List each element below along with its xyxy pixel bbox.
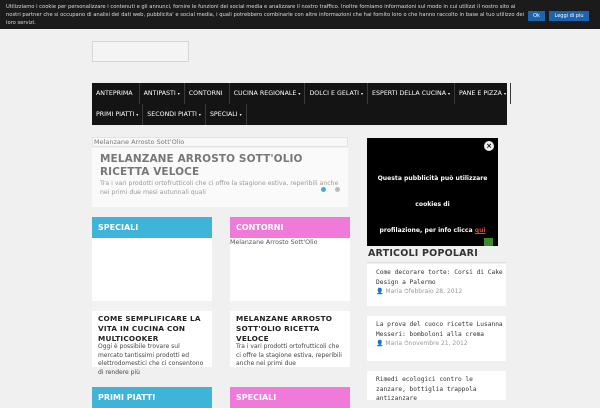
chevron-down-icon: ▾ [448,91,451,96]
cookie-text: Utilizziamo i cookie per personalizzare … [6,4,525,26]
featured-excerpt: Tra i vari prodotti ortofrutticoli che c… [100,180,339,196]
chevron-down-icon: ▾ [198,112,201,117]
chevron-down-icon: ▾ [298,91,301,96]
featured-title[interactable]: MELANZANE ARROSTO SOTT'OLIO RICETTA VELO… [100,153,335,178]
ad-cookie-notice: Questa pubblicità può utilizzare cookies… [377,175,488,234]
category-header[interactable]: PRIMI PIATTI [92,387,212,408]
nav-item-primi-piatti[interactable]: PRIMI PIATTI ▾ [92,104,144,125]
nav-item-dolci-e-gelati[interactable]: DOLCI E GELATI ▾ [305,83,369,104]
cookie-banner: Utilizziamo i cookie per personalizzare … [0,0,600,29]
nav-item-speciali[interactable]: SPECIALI ▾ [206,104,247,125]
cookie-ok-button[interactable]: Ok [528,11,545,21]
post-title[interactable]: COME SEMPLIFICARE LA VITA IN CUCINA CON … [98,314,208,344]
chevron-down-icon: ▾ [239,112,242,117]
popular-item[interactable]: Come decorare torte: Corsi di Cake Desig… [367,264,506,306]
category-header[interactable]: SPECIALI [230,387,350,408]
nav-row-1: ANTEPRIMA ANTIPASTI ▾ CONTORNI CUCINA REG… [92,83,511,104]
user-icon: 👤 [376,340,386,347]
breadcrumb[interactable]: Melanzane Arrosto Sott'Olio [92,137,348,147]
nav-item-esperti-della-cucina[interactable]: ESPERTI DELLA CUCINA ▾ [368,83,456,104]
user-icon: 👤 [376,288,386,295]
cookie-read-more-button[interactable]: Leggi di piu [549,11,589,21]
slider-dot[interactable] [335,187,340,192]
slider-dot-active[interactable] [321,187,326,192]
popular-item[interactable]: Rimedi ecologici contro le zanzare, bott… [367,371,506,402]
post-excerpt: Oggi è possibile trovare sul mercato tan… [98,343,204,376]
sidebar-ad[interactable]: Questa pubblicità può utilizzare cookies… [367,138,498,246]
nav-item-secondi-piatti[interactable]: SECONDI PIATTI ▾ [143,104,206,125]
ad-info-link[interactable]: qui [475,227,486,234]
nav-item-anteprima[interactable]: ANTEPRIMA [92,83,140,104]
chevron-down-icon: ▾ [136,112,139,117]
site-logo[interactable] [92,41,189,62]
divider [367,262,506,263]
popular-item-title[interactable]: La prova del cuoco ricette Lusanna Messe… [376,320,506,339]
chevron-down-icon: ▾ [177,91,180,96]
category-card-primi-piatti: PRIMI PIATTI [92,387,212,408]
featured-slider[interactable]: MELANZANE ARROSTO SOTT'OLIO RICETTA VELO… [92,148,348,207]
popular-item-title[interactable]: Come decorare torte: Corsi di Cake Desig… [376,268,506,287]
post-meta-bar [230,301,350,311]
category-header[interactable]: CONTORNI [230,217,350,238]
category-card-contorni: CONTORNI Melanzane Arrosto Sott'Olio MEL… [230,217,350,367]
nav-item-pane-e-pizza[interactable]: PANE E PIZZA ▾ [455,83,511,104]
post-image-caption: Melanzane Arrosto Sott'Olio [230,239,318,246]
category-card-speciali-2: SPECIALI [230,387,350,408]
post-title[interactable]: MELANZANE ARROSTO SOTT'OLIO RICETTA VELO… [236,314,346,344]
post-excerpt: Tra i vari prodotti ortofrutticoli che c… [236,343,342,368]
post-meta-bar [92,301,212,311]
nav-item-contorni[interactable]: CONTORNI [185,83,230,104]
ad-badge-icon [484,238,493,246]
popular-item-title[interactable]: Rimedi ecologici contro le zanzare, bott… [376,375,506,404]
popular-item-meta: 👤 Maria ⏱febbraio 28, 2012 [376,288,463,295]
main-nav: ANTEPRIMA ANTIPASTI ▾ CONTORNI CUCINA REG… [92,83,511,125]
nav-row-2: PRIMI PIATTI ▾ SECONDI PIATTI ▾ SPECIALI ▾ [92,104,247,125]
category-header[interactable]: SPECIALI [92,217,212,238]
nav-item-cucina-regionale[interactable]: CUCINA REGIONALE ▾ [230,83,306,104]
nav-item-antipasti[interactable]: ANTIPASTI ▾ [140,83,185,104]
category-card-speciali: SPECIALI COME SEMPLIFICARE LA VITA IN CU… [92,217,212,376]
popular-articles-title: ARTICOLI POPOLARI [368,248,478,259]
popular-item[interactable]: La prova del cuoco ricette Lusanna Messe… [367,316,506,361]
popular-item-meta: 👤 Maria ⏱novembre 21, 2012 [376,340,468,347]
close-icon[interactable]: × [484,141,494,151]
chevron-down-icon: ▾ [361,91,364,96]
chevron-down-icon: ▾ [503,91,506,96]
